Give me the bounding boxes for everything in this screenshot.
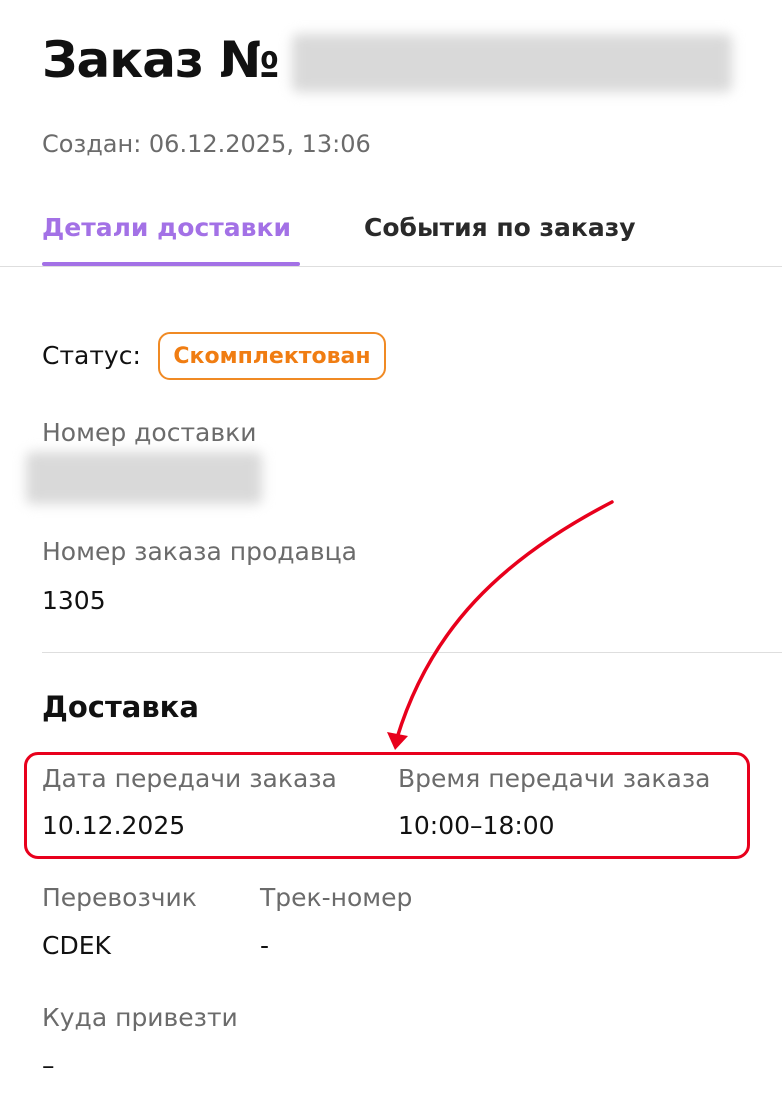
seller-order-number-value: 1305 xyxy=(42,586,106,615)
track-number-label: Трек-номер xyxy=(260,883,413,912)
section-divider xyxy=(42,652,782,653)
tabs-divider xyxy=(0,266,782,267)
tab-order-events[interactable]: События по заказу xyxy=(364,213,636,242)
carrier-value: CDEK xyxy=(42,931,111,960)
status-badge: Скомплектован xyxy=(158,332,386,380)
order-number-redacted xyxy=(292,34,732,92)
tab-delivery-details[interactable]: Детали доставки xyxy=(42,213,291,242)
status-label: Статус: xyxy=(42,341,141,370)
handover-date-label: Дата передачи заказа xyxy=(42,764,337,793)
handover-time-value: 10:00–18:00 xyxy=(398,811,555,840)
track-number-value: - xyxy=(260,931,270,960)
seller-order-number-label: Номер заказа продавца xyxy=(42,537,357,566)
delivery-address-value: – xyxy=(42,1051,55,1080)
handover-date-value: 10.12.2025 xyxy=(42,811,186,840)
carrier-label: Перевозчик xyxy=(42,883,197,912)
created-date: Создан: 06.12.2025, 13:06 xyxy=(42,130,371,158)
page-title: Заказ № xyxy=(42,31,280,89)
delivery-number-redacted xyxy=(26,452,262,504)
handover-time-label: Время передачи заказа xyxy=(398,764,711,793)
delivery-address-label: Куда привезти xyxy=(42,1003,238,1032)
delivery-section-title: Доставка xyxy=(42,690,199,724)
delivery-number-label: Номер доставки xyxy=(42,418,257,447)
